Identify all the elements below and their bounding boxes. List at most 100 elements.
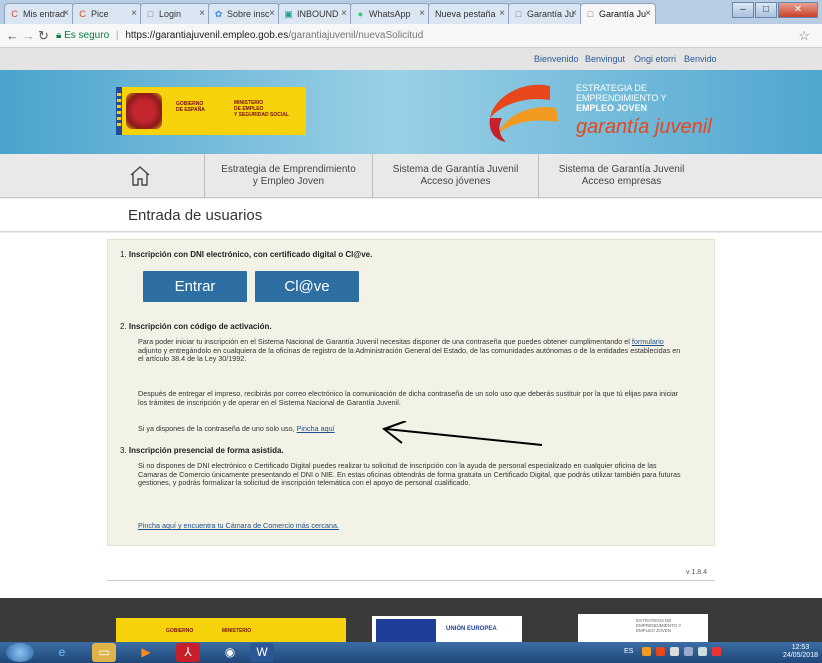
language-indicator[interactable]: ES — [624, 648, 633, 655]
government-logo[interactable]: GOBIERNO DE ESPAÑA MINISTERIO DE EMPLEO … — [116, 87, 306, 135]
tab-favicon-icon: □ — [587, 9, 594, 19]
nav-emprendimiento[interactable]: Estrategia de Emprendimiento y Empleo Jo… — [204, 154, 372, 198]
version-label: v 1.8.4 — [686, 569, 708, 576]
tab-favicon-icon: □ — [147, 9, 154, 19]
folder-icon[interactable]: ▭ — [92, 643, 116, 662]
close-tab-icon[interactable]: × — [199, 8, 205, 19]
media-player-icon[interactable]: ▶ — [134, 643, 158, 662]
browser-tab[interactable]: ● WhatsApp × — [350, 3, 430, 24]
lang-link[interactable]: Benvido — [684, 54, 717, 64]
browser-tab[interactable]: ✿ Sobre insc × — [208, 3, 280, 24]
browser-tab-active[interactable]: □ Garantía Ju × — [580, 3, 656, 24]
url-path: /garantiajuvenil/nuevaSolicitud — [288, 30, 424, 41]
language-links: Bienvenido Benvingut Ongi etorri Benvido — [0, 48, 822, 70]
pincha-aqui-link[interactable]: Pincha aquí — [297, 424, 335, 433]
nav-acceso-empresas[interactable]: Sistema de Garantía Juvenil Acceso empre… — [538, 154, 704, 198]
nav-acceso-jovenes[interactable]: Sistema de Garantía Juvenil Acceso jóven… — [372, 154, 538, 198]
window-controls: – □ ✕ — [731, 2, 818, 18]
alert-icon[interactable] — [712, 647, 721, 656]
tab-title: Garantía Ju — [599, 9, 647, 19]
section2-paragraph1: Para poder iniciar tu inscripción en el … — [138, 337, 681, 364]
ie-icon[interactable]: e — [50, 643, 74, 662]
chrome-icon[interactable]: ◉ — [218, 643, 242, 662]
lang-link[interactable]: Bienvenido — [534, 54, 579, 64]
url-field[interactable]: 🔒︎ Es seguro | https://garantiajuvenil.e… — [56, 27, 796, 45]
tray-app-icon[interactable] — [642, 647, 651, 656]
tab-favicon-icon: C — [79, 9, 86, 19]
tab-title: Mis entrad — [23, 9, 66, 19]
footer-government-logo[interactable]: GOBIERNO MINISTERIO — [116, 618, 346, 642]
footer: GOBIERNO MINISTERIO UNIÓN EUROPEA ESTRAT… — [0, 598, 822, 642]
reload-icon[interactable]: ↻ — [38, 28, 49, 44]
home-icon[interactable] — [128, 164, 152, 188]
volume-icon[interactable] — [698, 647, 707, 656]
section2-paragraph2: Después de entregar el impreso, recibirá… — [138, 389, 679, 407]
section2-title: 2. Inscripción con código de activación. — [120, 322, 272, 331]
close-tab-icon[interactable]: × — [645, 8, 651, 19]
page-title: Entrada de usuarios — [128, 207, 263, 224]
browser-tab[interactable]: C Mis entrad × — [4, 3, 74, 24]
browser-tab-bar: C Mis entrad × C Pice × □ Login × ✿ Sobr… — [0, 0, 822, 24]
close-tab-icon[interactable]: × — [419, 8, 425, 19]
close-tab-icon[interactable]: × — [131, 8, 137, 19]
garantia-juvenil-logo-icon — [489, 84, 558, 142]
secure-label: Es seguro — [64, 30, 110, 41]
forward-arrow-icon[interactable]: → — [22, 28, 35, 43]
tab-title: Login — [159, 9, 182, 19]
tab-favicon-icon: ● — [357, 9, 364, 19]
heading-band: Entrada de usuarios — [0, 199, 822, 232]
tab-favicon-icon: C — [11, 9, 18, 19]
close-tab-icon[interactable]: × — [269, 8, 275, 19]
browser-tab[interactable]: □ Garantía Ju × — [508, 3, 582, 24]
url-host: https://garantiajuvenil.empleo.gob.es — [125, 30, 289, 41]
tab-title: INBOUND — [297, 9, 339, 19]
close-tab-icon[interactable]: × — [63, 8, 69, 19]
tab-favicon-icon: ✿ — [214, 9, 223, 19]
site-banner: GOBIERNO DE ESPAÑA MINISTERIO DE EMPLEO … — [0, 70, 822, 154]
footer-garantia-juvenil-logo[interactable]: ESTRATEGIA DE EMPRENDIMIENTO Y EMPLEO JO… — [578, 614, 708, 642]
ministry-text: MINISTERIO DE EMPLEO Y SEGURIDAD SOCIAL — [234, 100, 289, 118]
close-tab-icon[interactable]: × — [499, 8, 505, 19]
minimize-button[interactable]: – — [732, 2, 754, 18]
back-arrow-icon[interactable]: ← — [6, 28, 19, 43]
word-icon[interactable]: W — [250, 643, 274, 662]
lang-link[interactable]: Ongi etorri — [634, 54, 676, 64]
flag-icon[interactable] — [670, 647, 679, 656]
tab-title: Pice — [91, 9, 109, 19]
section3-title: 3. Inscripción presencial de forma asist… — [120, 446, 284, 455]
system-tray: ES 12:53 24/05/2018 — [618, 642, 822, 663]
close-tab-icon[interactable]: × — [341, 8, 347, 19]
network-icon[interactable] — [684, 647, 693, 656]
tray-app-icon[interactable] — [656, 647, 665, 656]
bookmark-star-icon[interactable]: ☆ — [798, 28, 810, 44]
main-navigation: Estrategia de Emprendimiento y Empleo Jo… — [0, 154, 822, 198]
camara-comercio-link[interactable]: Pincha aquí y encuentra tu Cámara de Com… — [138, 521, 686, 531]
clave-button[interactable]: Cl@ve — [255, 271, 359, 302]
maximize-button[interactable]: □ — [755, 2, 777, 18]
entrar-button[interactable]: Entrar — [143, 271, 247, 302]
tab-favicon-icon: ▣ — [284, 9, 293, 19]
start-button[interactable] — [6, 643, 34, 662]
browser-tab[interactable]: C Pice × — [72, 3, 142, 24]
eu-flag-strip — [116, 87, 122, 135]
acrobat-icon[interactable]: ⅄ — [176, 643, 200, 662]
gov-text: GOBIERNO DE ESPAÑA — [176, 101, 205, 113]
tab-favicon-icon: □ — [515, 9, 522, 19]
tab-title: Sobre insc — [227, 9, 270, 19]
eu-flag-icon — [376, 619, 436, 642]
browser-tab[interactable]: Nueva pestaña × — [428, 3, 510, 24]
close-window-button[interactable]: ✕ — [778, 2, 818, 18]
lock-icon: 🔒︎ — [56, 30, 62, 41]
close-tab-icon[interactable]: × — [571, 8, 577, 19]
lang-link[interactable]: Benvingut — [585, 54, 625, 64]
clock[interactable]: 12:53 24/05/2018 — [783, 644, 818, 660]
coat-of-arms-icon — [126, 93, 162, 129]
footer-eu-logo[interactable]: UNIÓN EUROPEA — [372, 616, 522, 642]
browser-tab[interactable]: ▣ INBOUND × — [278, 3, 352, 24]
browser-tab[interactable]: □ Login × — [140, 3, 210, 24]
divider — [107, 580, 715, 581]
tab-title: Garantía Ju — [527, 9, 575, 19]
garantia-juvenil-text[interactable]: ESTRATEGIA DE EMPRENDIMIENTO Y EMPLEO JO… — [576, 83, 712, 138]
tab-title: WhatsApp — [369, 9, 411, 19]
windows-taskbar: e ▭ ▶ ⅄ ◉ W ES 12:53 24/05/2018 — [0, 642, 822, 663]
